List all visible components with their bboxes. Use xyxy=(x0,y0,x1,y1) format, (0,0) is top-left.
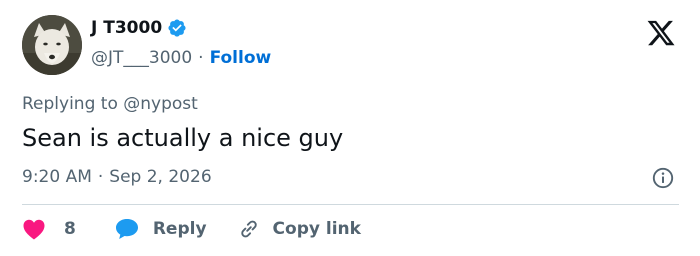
like-button[interactable]: 8 xyxy=(22,218,76,240)
tweet-text: Sean is actually a nice guy xyxy=(22,124,344,152)
separator-dot: · xyxy=(198,48,204,68)
link-icon xyxy=(240,220,257,238)
replying-to-label: Replying to xyxy=(22,94,118,114)
like-count: 8 xyxy=(64,219,76,239)
divider xyxy=(22,204,679,205)
verified-badge-icon xyxy=(168,19,186,37)
copy-link-label: Copy link xyxy=(272,219,361,239)
separator-dot: · xyxy=(97,167,104,187)
reply-button[interactable]: Reply xyxy=(114,217,207,241)
avatar[interactable] xyxy=(22,15,82,75)
follow-button[interactable]: Follow xyxy=(210,48,272,68)
tweet-actions: 8 Reply Copy link xyxy=(22,216,361,242)
user-handle[interactable]: @JT___3000 xyxy=(91,48,192,68)
x-logo-icon[interactable] xyxy=(646,18,676,48)
reply-label: Reply xyxy=(152,219,207,239)
display-name[interactable]: J T3000 xyxy=(91,18,162,38)
tweet-date[interactable]: Sep 2, 2026 xyxy=(109,167,211,187)
tweet-time[interactable]: 9:20 AM xyxy=(22,167,92,187)
info-icon[interactable] xyxy=(651,166,675,190)
wolf-avatar-image xyxy=(22,15,82,75)
tweet-timestamp[interactable]: 9:20 AM · Sep 2, 2026 xyxy=(22,167,212,187)
reply-bubble-icon xyxy=(115,219,138,239)
heart-icon xyxy=(23,219,45,240)
replying-to: Replying to @nypost xyxy=(22,94,198,114)
copy-link-button[interactable]: Copy link xyxy=(237,217,361,241)
reply-mention-link[interactable]: @nypost xyxy=(123,94,198,114)
